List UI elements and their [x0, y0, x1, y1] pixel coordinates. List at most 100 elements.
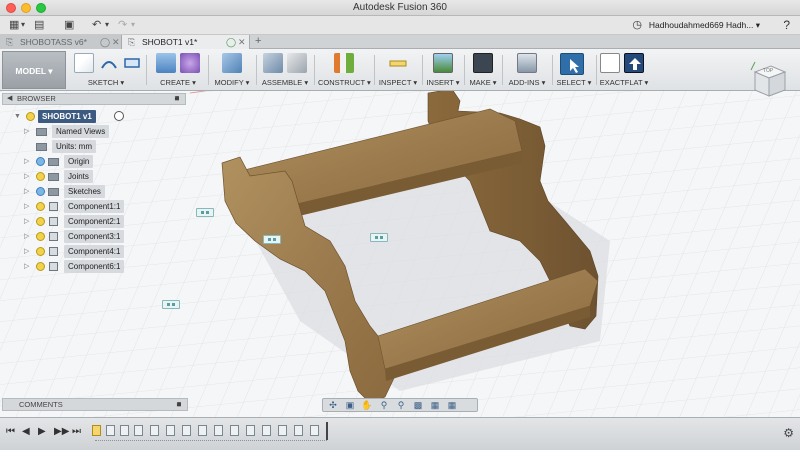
tree-item-units[interactable]: Units: mm — [24, 140, 184, 153]
make-group[interactable]: MAKE ▾ — [467, 51, 499, 89]
tree-item-component1[interactable]: ▷ Component1:1 — [24, 200, 184, 213]
chevron-down-icon[interactable]: ▾ — [105, 18, 109, 32]
visibility-bulb-icon[interactable] — [36, 247, 45, 256]
offset-plane-icon[interactable] — [334, 53, 354, 73]
expand-arrow-icon[interactable]: ▷ — [24, 245, 29, 258]
add-ins-group[interactable]: ADD-INS ▾ — [505, 51, 549, 89]
close-tab-icon[interactable]: ✕ — [112, 35, 120, 49]
visibility-bulb-icon[interactable] — [36, 232, 45, 241]
timeline-feature[interactable] — [262, 425, 271, 436]
new-component-icon[interactable] — [263, 53, 283, 73]
tree-item-named-views[interactable]: ▷ Named Views — [24, 125, 184, 138]
viewports-icon[interactable]: ▦ — [445, 400, 459, 411]
joint-icon[interactable] — [287, 53, 307, 73]
form-icon[interactable] — [180, 53, 200, 73]
undo-icon[interactable]: ↶ — [92, 18, 101, 32]
export-icon[interactable] — [624, 53, 644, 73]
timeline-feature[interactable] — [294, 425, 303, 436]
step-forward-icon[interactable]: ▶▶ — [54, 426, 69, 437]
timeline-feature[interactable] — [106, 425, 115, 436]
joint-marker[interactable] — [196, 208, 214, 217]
timeline-feature[interactable] — [230, 425, 239, 436]
timeline-feature[interactable] — [278, 425, 287, 436]
3d-print-icon[interactable] — [473, 53, 493, 73]
expand-arrow-icon[interactable]: ▷ — [24, 155, 29, 168]
construct-group[interactable]: CONSTRUCT ▾ — [318, 51, 371, 89]
tree-item-sketches[interactable]: ▷ Sketches — [24, 185, 184, 198]
tree-item-component6[interactable]: ▷ Component6:1 — [24, 260, 184, 273]
timeline-feature[interactable] — [134, 425, 143, 436]
timeline-feature[interactable] — [246, 425, 255, 436]
timeline-feature[interactable] — [150, 425, 159, 436]
file-menu-icon[interactable]: ▤ — [34, 18, 44, 32]
pin-icon[interactable]: ◾ — [172, 94, 182, 104]
expand-arrow-icon[interactable]: ▷ — [24, 260, 29, 273]
expand-arrow-icon[interactable]: ▷ — [24, 215, 29, 228]
create-group[interactable]: CREATE ▾ — [154, 51, 202, 89]
timeline-feature[interactable] — [310, 425, 319, 436]
grid-menu-icon[interactable]: ▦ — [9, 18, 19, 32]
visibility-bulb-icon[interactable] — [36, 187, 45, 196]
timeline-feature[interactable] — [166, 425, 175, 436]
timeline-feature[interactable] — [182, 425, 191, 436]
flatten-icon[interactable] — [600, 53, 620, 73]
assemble-group[interactable]: ASSEMBLE ▾ — [261, 51, 309, 89]
grid-settings-icon[interactable]: ▦ — [428, 400, 442, 411]
tab-shobot1[interactable]: ⎘ SHOBOT1 v1* ◯ ✕ — [122, 35, 250, 49]
visibility-bulb-icon[interactable] — [36, 262, 45, 271]
tree-root[interactable]: ▼ SHOBOT1 v1 — [14, 110, 194, 123]
tree-item-component2[interactable]: ▷ Component2:1 — [24, 215, 184, 228]
browser-header[interactable]: ◀ BROWSER ◾ — [2, 93, 186, 105]
inspect-group[interactable]: INSPECT ▾ — [378, 51, 418, 89]
visibility-bulb-icon[interactable] — [26, 112, 35, 121]
arc-icon[interactable] — [98, 53, 118, 73]
joint-marker[interactable] — [370, 233, 388, 242]
extrude-icon[interactable] — [156, 53, 176, 73]
timeline-feature[interactable] — [198, 425, 207, 436]
step-back-icon[interactable]: ◀ — [22, 426, 30, 437]
select-arrow-icon[interactable] — [560, 53, 584, 75]
press-pull-icon[interactable] — [222, 53, 242, 73]
tree-item-component3[interactable]: ▷ Component3:1 — [24, 230, 184, 243]
expand-arrow-icon[interactable]: ▷ — [24, 170, 29, 183]
user-account-menu[interactable]: Hadhoudahmed669 Hadh... ▾ — [649, 20, 760, 31]
gear-icon[interactable]: ⚙ — [783, 426, 794, 440]
tree-item-joints[interactable]: ▷ Joints — [24, 170, 184, 183]
zoom-icon[interactable]: ⚲ — [377, 400, 391, 411]
viewcube[interactable]: TOP — [745, 58, 789, 102]
sketch-pencil-icon[interactable] — [74, 53, 94, 73]
go-to-start-icon[interactable]: ⏮ — [6, 426, 15, 437]
tree-item-component4[interactable]: ▷ Component4:1 — [24, 245, 184, 258]
new-tab-icon[interactable]: + — [255, 35, 261, 48]
exactflat-group[interactable]: EXACTFLAT ▾ — [598, 51, 650, 89]
pan-hand-icon[interactable]: ✋ — [360, 400, 374, 411]
scripts-icon[interactable] — [517, 53, 537, 73]
expand-arrow-icon[interactable]: ▷ — [24, 200, 29, 213]
timeline-feature[interactable] — [214, 425, 223, 436]
visibility-bulb-icon[interactable] — [36, 217, 45, 226]
timeline-feature[interactable] — [92, 425, 101, 436]
visibility-bulb-icon[interactable] — [36, 202, 45, 211]
comments-panel[interactable]: COMMENTS ◾ — [2, 398, 188, 411]
tab-shobotass[interactable]: ⎘ SHOBOTASS v6* ◯ ✕ — [0, 35, 122, 49]
redo-icon[interactable]: ↷ — [118, 18, 127, 32]
visibility-bulb-icon[interactable] — [36, 157, 45, 166]
joint-marker[interactable] — [162, 300, 180, 309]
expand-arrow-icon[interactable]: ▷ — [24, 125, 29, 138]
workspace-switcher[interactable]: MODEL ▾ — [2, 51, 66, 89]
visibility-bulb-icon[interactable] — [36, 172, 45, 181]
tree-item-origin[interactable]: ▷ Origin — [24, 155, 184, 168]
select-group[interactable]: SELECT ▾ — [556, 51, 592, 89]
chevron-down-icon[interactable]: ▾ — [131, 18, 135, 32]
measure-icon[interactable] — [388, 53, 408, 73]
chevron-down-icon[interactable]: ▾ — [21, 18, 25, 32]
modify-group[interactable]: MODIFY ▾ — [214, 51, 250, 89]
timeline-marker[interactable] — [326, 422, 328, 440]
expand-arrow-icon[interactable]: ▷ — [24, 230, 29, 243]
go-to-end-icon[interactable]: ⏭ — [72, 426, 81, 437]
expand-arrow-icon[interactable]: ▼ — [14, 110, 21, 123]
play-icon[interactable]: ▶ — [38, 426, 46, 437]
help-icon[interactable]: ? — [783, 18, 790, 32]
collapse-triangle-icon[interactable]: ◀ — [7, 94, 12, 104]
timeline-feature[interactable] — [120, 425, 129, 436]
